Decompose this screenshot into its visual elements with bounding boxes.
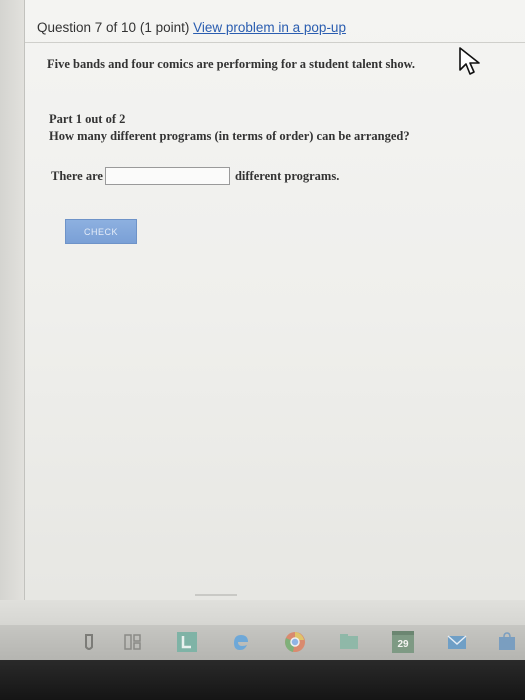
calendar-icon[interactable]: 29 [392, 631, 414, 653]
edge-browser-icon[interactable] [230, 631, 252, 653]
chrome-browser-icon[interactable] [284, 631, 306, 653]
answer-input[interactable] [104, 167, 230, 185]
problem-statement: Five bands and four comics are performin… [47, 57, 416, 71]
view-popup-link[interactable]: View problem in a pop-up [193, 20, 346, 35]
answer-suffix: different programs. [234, 168, 340, 183]
learn-app-icon[interactable] [176, 631, 198, 653]
strip-mark [195, 594, 237, 596]
monitor-bezel [0, 660, 525, 700]
file-explorer-icon[interactable] [78, 631, 100, 653]
header-divider [25, 42, 525, 43]
mail-icon[interactable] [446, 631, 468, 653]
part-label: Part 1 out of 2 [49, 112, 126, 126]
answer-row: There are different programs. [51, 165, 339, 187]
part-question: How many different programs (in terms of… [49, 129, 410, 143]
question-number: Question 7 of 10 (1 point) [37, 20, 190, 35]
check-button[interactable]: CHECK [65, 219, 137, 244]
question-page: Question 7 of 10 (1 point) View problem … [25, 0, 525, 625]
task-view-icon[interactable] [122, 631, 144, 653]
photo-frame: Question 7 of 10 (1 point) View problem … [0, 0, 525, 700]
browser-left-frame [0, 0, 25, 625]
mouse-cursor-icon [459, 47, 480, 75]
question-header: Question 7 of 10 (1 point) View problem … [37, 20, 346, 35]
store-icon[interactable] [496, 631, 518, 653]
folder-icon[interactable] [338, 631, 360, 653]
page-bottom-strip [0, 600, 525, 625]
answer-prefix: There are [51, 168, 103, 183]
